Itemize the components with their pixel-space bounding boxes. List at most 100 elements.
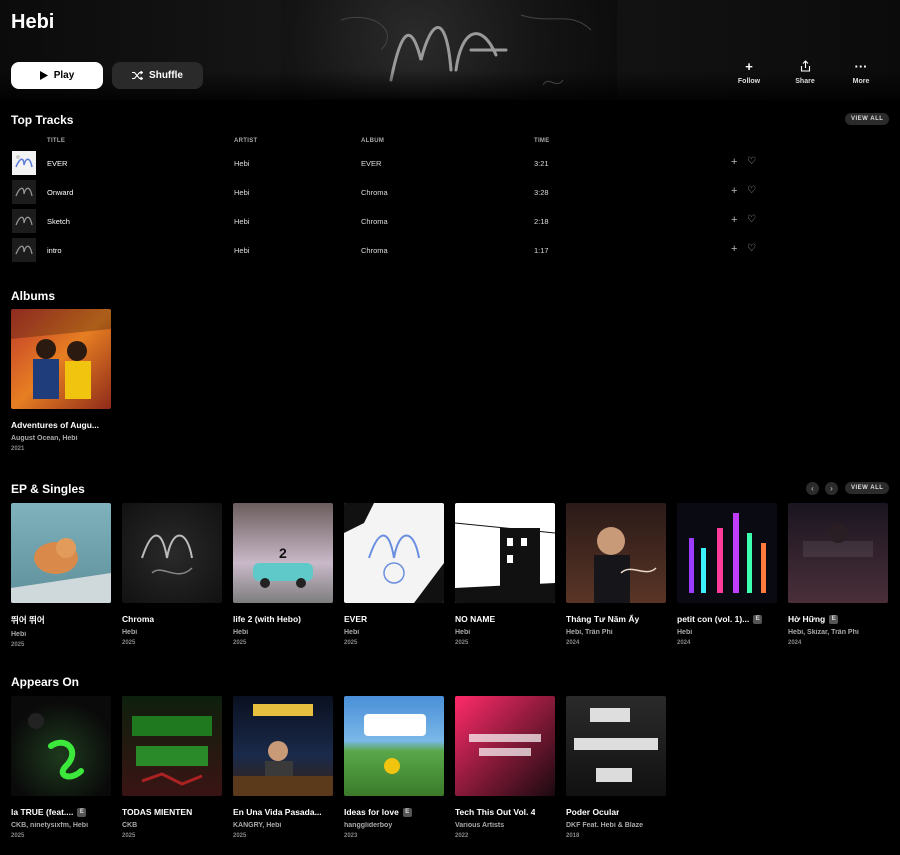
appears-on-card[interactable]: TODAS MIENTEN CKB 2025: [122, 696, 222, 839]
track-row[interactable]: Sketch Hebi Chroma 2:18 + ♡: [11, 209, 889, 235]
track-artist[interactable]: Hebi: [234, 188, 249, 197]
ep-title[interactable]: NO NAME: [455, 614, 555, 624]
ep-title[interactable]: life 2 (with Hebo): [233, 614, 333, 624]
add-track-button[interactable]: +: [731, 243, 737, 255]
appears-on-artists[interactable]: DKF Feat. Hebi & Blaze: [566, 822, 666, 829]
track-album[interactable]: Chroma: [361, 246, 388, 255]
appears-on-artists[interactable]: CKB, ninetysixfm, Hebi: [11, 822, 111, 829]
ep-title-text: NO NAME: [455, 614, 496, 624]
track-row[interactable]: Onward Hebi Chroma 3:28 + ♡: [11, 180, 889, 206]
ep-card[interactable]: NO NAME Hebi 2025: [455, 503, 555, 646]
ep-artists[interactable]: Hebi, Trần Phi: [566, 629, 666, 636]
ep-artists[interactable]: Hebi, Skizar, Trần Phi: [788, 629, 888, 636]
album-card[interactable]: Adventures of Augu... August Ocean, Hebi…: [11, 309, 111, 452]
favorite-track-button[interactable]: ♡: [747, 243, 756, 254]
appears-on-title-row[interactable]: Poder Ocular: [566, 807, 666, 817]
ep-card[interactable]: petit con (vol. 1)... E Hebi 2024: [677, 503, 777, 646]
appears-on-artwork[interactable]: [344, 696, 444, 796]
add-track-button[interactable]: +: [731, 214, 737, 226]
appears-on-card[interactable]: En Una Vida Pasada... KANGRY, Hebi 2025: [233, 696, 333, 839]
track-title[interactable]: Sketch: [47, 217, 70, 226]
ep-artwork[interactable]: [788, 503, 888, 603]
ep-card[interactable]: Chroma Hebi 2025: [122, 503, 222, 646]
appears-on-title-row[interactable]: la TRUE (feat.... E: [11, 807, 111, 817]
ep-artwork[interactable]: [566, 503, 666, 603]
track-album[interactable]: Chroma: [361, 188, 388, 197]
ep-artwork[interactable]: [344, 503, 444, 603]
add-track-button[interactable]: +: [731, 185, 737, 197]
ep-artwork[interactable]: 2: [233, 503, 333, 603]
track-artwork: [12, 180, 36, 204]
album-title-text: Adventures of Augu...: [11, 420, 99, 430]
eps-view-all-button[interactable]: VIEW ALL: [845, 482, 890, 494]
ep-artists[interactable]: Hebi: [677, 629, 777, 636]
appears-on-card[interactable]: Tech This Out Vol. 4 Various Artists 202…: [455, 696, 555, 839]
appears-on-artists[interactable]: KANGRY, Hebi: [233, 822, 333, 829]
ep-card[interactable]: 2 life 2 (with Hebo) Hebi 2025: [233, 503, 333, 646]
track-album[interactable]: EVER: [361, 159, 381, 168]
track-title[interactable]: Onward: [47, 188, 73, 197]
eps-prev-button[interactable]: ‹: [806, 482, 819, 495]
play-button[interactable]: Play: [11, 62, 103, 89]
ep-card[interactable]: Tháng Tư Năm Ấy Hebi, Trần Phi 2024: [566, 503, 666, 646]
top-tracks-view-all-button[interactable]: VIEW ALL: [845, 113, 890, 125]
ep-card[interactable]: Hờ Hững E Hebi, Skizar, Trần Phi 2024: [788, 503, 888, 646]
track-album[interactable]: Chroma: [361, 217, 388, 226]
appears-on-card[interactable]: Poder Ocular DKF Feat. Hebi & Blaze 2018: [566, 696, 666, 839]
track-row[interactable]: EVER Hebi EVER 3:21 + ♡: [11, 151, 889, 177]
ep-artwork[interactable]: [677, 503, 777, 603]
ep-artwork[interactable]: [11, 503, 111, 603]
shuffle-button[interactable]: Shuffle: [112, 62, 203, 89]
favorite-track-button[interactable]: ♡: [747, 185, 756, 196]
track-title[interactable]: EVER: [47, 159, 67, 168]
appears-on-artists[interactable]: Various Artists: [455, 822, 555, 829]
appears-on-title-row[interactable]: En Una Vida Pasada...: [233, 807, 333, 817]
favorite-track-button[interactable]: ♡: [747, 156, 756, 167]
ep-artwork[interactable]: [122, 503, 222, 603]
appears-on-card[interactable]: Ideas for love E hanggliderboy 2023: [344, 696, 444, 839]
appears-on-title-text: Poder Ocular: [566, 807, 620, 817]
album-title[interactable]: Adventures of Augu...: [11, 420, 111, 430]
track-artist[interactable]: Hebi: [234, 217, 249, 226]
appears-on-title-row[interactable]: TODAS MIENTEN: [122, 807, 222, 817]
appears-on-title-row[interactable]: Tech This Out Vol. 4: [455, 807, 555, 817]
track-artist[interactable]: Hebi: [234, 159, 249, 168]
appears-on-artists[interactable]: CKB: [122, 822, 222, 829]
appears-on-title-row[interactable]: Ideas for love E: [344, 807, 444, 817]
track-row[interactable]: intro Hebi Chroma 1:17 + ♡: [11, 238, 889, 264]
share-button[interactable]: Share: [785, 60, 825, 85]
ep-title[interactable]: 뛰어 뛰어: [11, 614, 111, 626]
ep-artwork[interactable]: [455, 503, 555, 603]
appears-on-artwork[interactable]: [455, 696, 555, 796]
track-title[interactable]: intro: [47, 246, 62, 255]
ep-artists[interactable]: Hebi: [122, 629, 222, 636]
ep-title[interactable]: Hờ Hững E: [788, 614, 888, 624]
track-artist[interactable]: Hebi: [234, 246, 249, 255]
heart-icon: ♡: [747, 214, 756, 225]
ep-card[interactable]: EVER Hebi 2025: [344, 503, 444, 646]
albums-title: Albums: [11, 289, 56, 303]
more-button[interactable]: ··· More: [841, 60, 881, 85]
ep-artists[interactable]: Hebi: [233, 629, 333, 636]
appears-on-artwork[interactable]: [233, 696, 333, 796]
ep-artists[interactable]: Hebi: [344, 629, 444, 636]
ep-title[interactable]: Tháng Tư Năm Ấy: [566, 614, 666, 624]
favorite-track-button[interactable]: ♡: [747, 214, 756, 225]
ep-artists[interactable]: Hebi: [455, 629, 555, 636]
add-track-button[interactable]: +: [731, 156, 737, 168]
appears-on-artwork[interactable]: [566, 696, 666, 796]
ep-card[interactable]: 뛰어 뛰어 Hebi 2025: [11, 503, 111, 648]
follow-button[interactable]: + Follow: [729, 60, 769, 85]
ep-year: 2024: [566, 640, 580, 646]
appears-on-card[interactable]: la TRUE (feat.... E CKB, ninetysixfm, Heb…: [11, 696, 111, 839]
appears-on-artwork[interactable]: [11, 696, 111, 796]
appears-on-artists[interactable]: hanggliderboy: [344, 822, 444, 829]
album-artwork[interactable]: [11, 309, 111, 409]
appears-on-artwork[interactable]: [122, 696, 222, 796]
ep-title[interactable]: Chroma: [122, 614, 222, 624]
album-artists[interactable]: August Ocean, Hebi: [11, 435, 111, 442]
ep-title[interactable]: petit con (vol. 1)... E: [677, 614, 777, 624]
ep-title[interactable]: EVER: [344, 614, 444, 624]
eps-next-button[interactable]: ›: [825, 482, 838, 495]
ep-artists[interactable]: Hebi: [11, 631, 111, 638]
